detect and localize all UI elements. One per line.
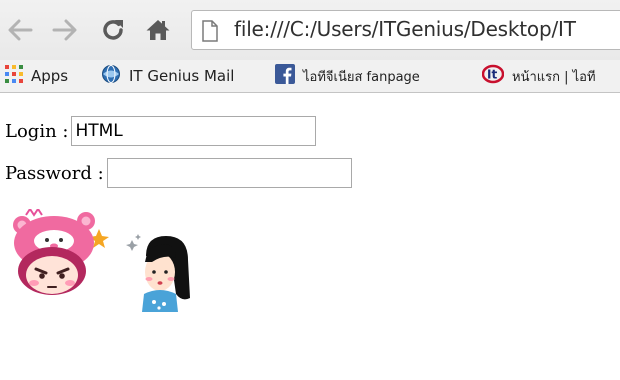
- page-document-icon: [201, 20, 219, 46]
- svg-text:It: It: [487, 68, 497, 82]
- bookmark-label: IT Genius Mail: [129, 67, 235, 85]
- bookmark-it-home[interactable]: It หน้าแรก | ไอที: [481, 60, 596, 92]
- bookmark-label: Apps: [31, 67, 69, 85]
- back-button[interactable]: [5, 13, 35, 47]
- bookmarks-bar: Apps IT Genius Mail ไอทีจีเนียส fanpage …: [0, 60, 620, 93]
- login-input[interactable]: [71, 116, 317, 146]
- address-bar[interactable]: file:///C:/Users/ITGenius/Desktop/IT: [191, 10, 620, 50]
- mail-globe-icon: [101, 64, 121, 88]
- password-label: Password :: [5, 162, 104, 184]
- bookmark-facebook-fanpage[interactable]: ไอทีจีเนียส fanpage: [275, 60, 420, 92]
- reload-icon: [103, 20, 123, 40]
- reload-button[interactable]: [98, 13, 128, 47]
- home-icon: [146, 20, 170, 40]
- bookmark-apps[interactable]: Apps: [5, 60, 68, 92]
- url-text[interactable]: file:///C:/Users/ITGenius/Desktop/IT: [234, 17, 576, 41]
- forward-button[interactable]: [50, 13, 80, 47]
- login-label: Login :: [5, 120, 69, 142]
- pink-bear-hat-girl-sticker: [12, 207, 112, 305]
- page-content: Login : Password :: [0, 94, 620, 380]
- bookmark-label: ไอทีจีเนียส fanpage: [303, 69, 420, 85]
- browser-toolbar: file:///C:/Users/ITGenius/Desktop/IT: [0, 0, 620, 60]
- password-row: Password :: [5, 158, 352, 188]
- bookmark-label: หน้าแรก | ไอที: [512, 69, 596, 85]
- login-row: Login :: [5, 116, 317, 146]
- it-logo-icon: It: [481, 64, 505, 88]
- bookmark-it-genius-mail[interactable]: IT Genius Mail: [101, 60, 234, 92]
- forward-arrow-icon: [52, 19, 77, 41]
- apps-grid-icon: [5, 65, 23, 87]
- long-hair-girl-sticker: [126, 232, 196, 316]
- back-arrow-icon: [8, 19, 33, 41]
- password-input[interactable]: [106, 158, 352, 188]
- home-button[interactable]: [143, 13, 173, 47]
- facebook-icon: [275, 64, 295, 88]
